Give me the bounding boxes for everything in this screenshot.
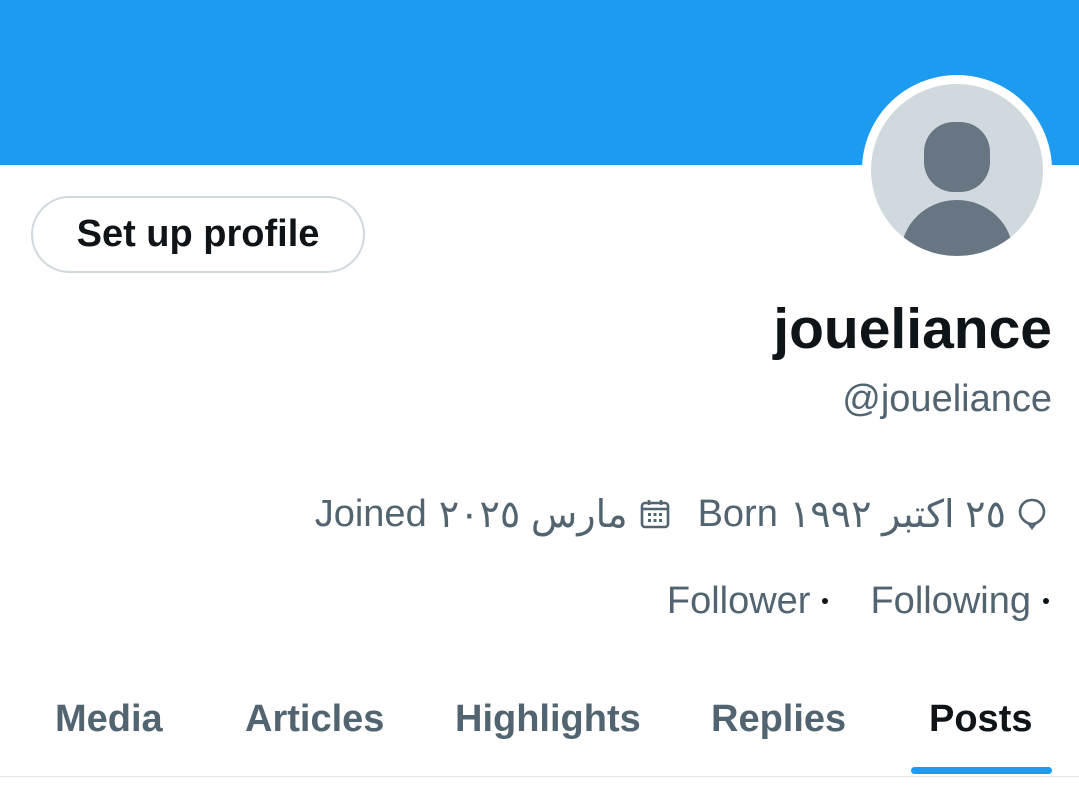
follower-dot — [822, 598, 829, 604]
joined-date-item: Joined مارس ٢٠٢٥ — [315, 492, 670, 537]
following-count-link[interactable]: Following — [870, 580, 1049, 623]
tab-articles[interactable]: Articles — [245, 698, 384, 741]
follower-count-link[interactable]: Follower — [667, 580, 829, 623]
set-up-profile-button[interactable]: Set up profile — [31, 196, 365, 273]
tab-posts[interactable]: Posts — [929, 698, 1032, 741]
joined-label: Joined — [314, 492, 427, 535]
active-tab-indicator — [911, 767, 1052, 774]
tabs-divider — [0, 776, 1079, 777]
following-dot — [1043, 598, 1049, 604]
born-date-item: Born ٢٥ اكتبر ١٩٩٢ — [698, 492, 1046, 537]
profile-meta-row: Joined مارس ٢٠٢٥ Born ٢٥ اكتبر ١٩٩٢ — [315, 488, 1046, 540]
follower-label: Follower — [666, 579, 811, 622]
calendar-icon — [640, 498, 670, 530]
avatar[interactable] — [871, 84, 1043, 256]
profile-tabs: Media Articles Highlights Replies Posts — [0, 680, 1079, 776]
balloon-icon — [1018, 497, 1046, 531]
following-label: Following — [870, 579, 1031, 622]
profile-handle: @joueliance — [842, 378, 1052, 420]
follow-stats-row: Follower Following — [667, 575, 1049, 627]
born-date: ٢٥ اكتبر ١٩٩٢ — [789, 493, 1006, 536]
tab-media[interactable]: Media — [55, 698, 163, 741]
born-label: Born — [697, 492, 778, 535]
tab-highlights[interactable]: Highlights — [455, 698, 641, 741]
tab-replies[interactable]: Replies — [711, 698, 846, 741]
display-name: joueliance — [773, 297, 1052, 361]
default-avatar-icon — [871, 84, 1043, 256]
joined-date: مارس ٢٠٢٥ — [438, 493, 628, 536]
